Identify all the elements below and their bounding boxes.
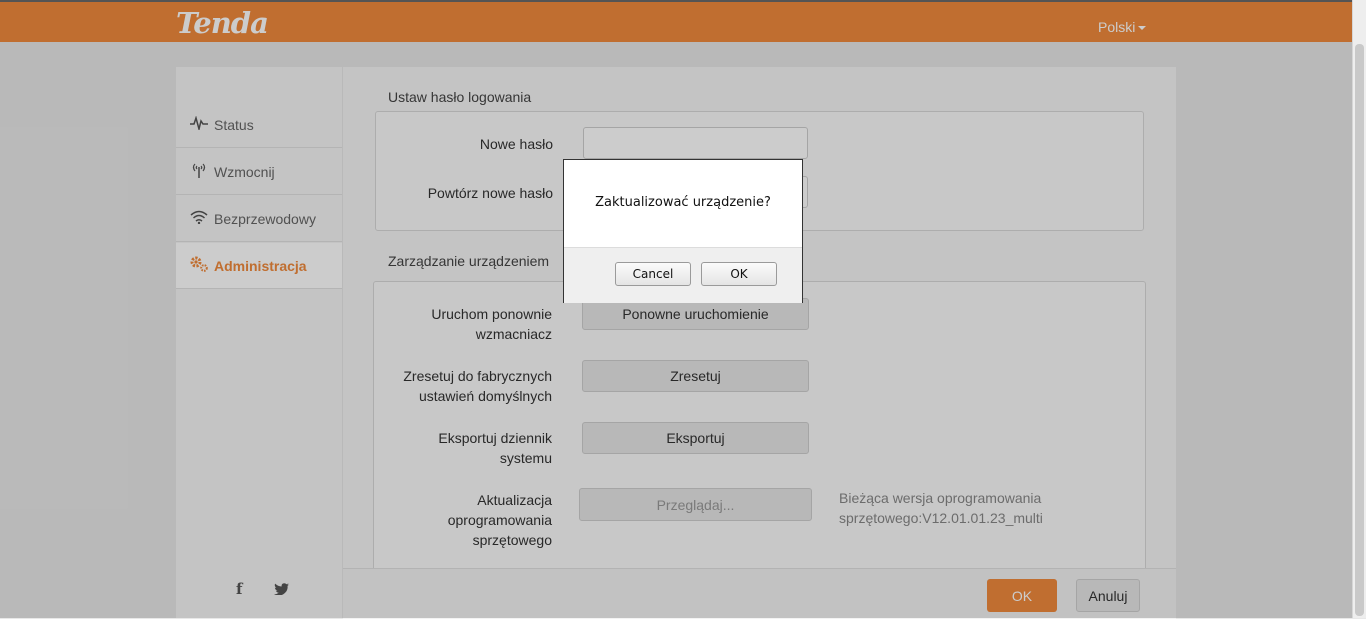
modal-overlay bbox=[0, 0, 1366, 618]
dialog-ok-button[interactable]: OK bbox=[701, 262, 777, 286]
dialog-button-bar: Cancel OK bbox=[564, 247, 802, 303]
confirm-dialog: Zaktualizować urządzenie? Cancel OK bbox=[563, 159, 803, 303]
dialog-message: Zaktualizować urządzenie? bbox=[595, 195, 771, 210]
dialog-cancel-button[interactable]: Cancel bbox=[615, 262, 691, 286]
scrollbar-thumb[interactable] bbox=[1355, 44, 1364, 616]
page-scrollbar[interactable] bbox=[1352, 0, 1366, 618]
